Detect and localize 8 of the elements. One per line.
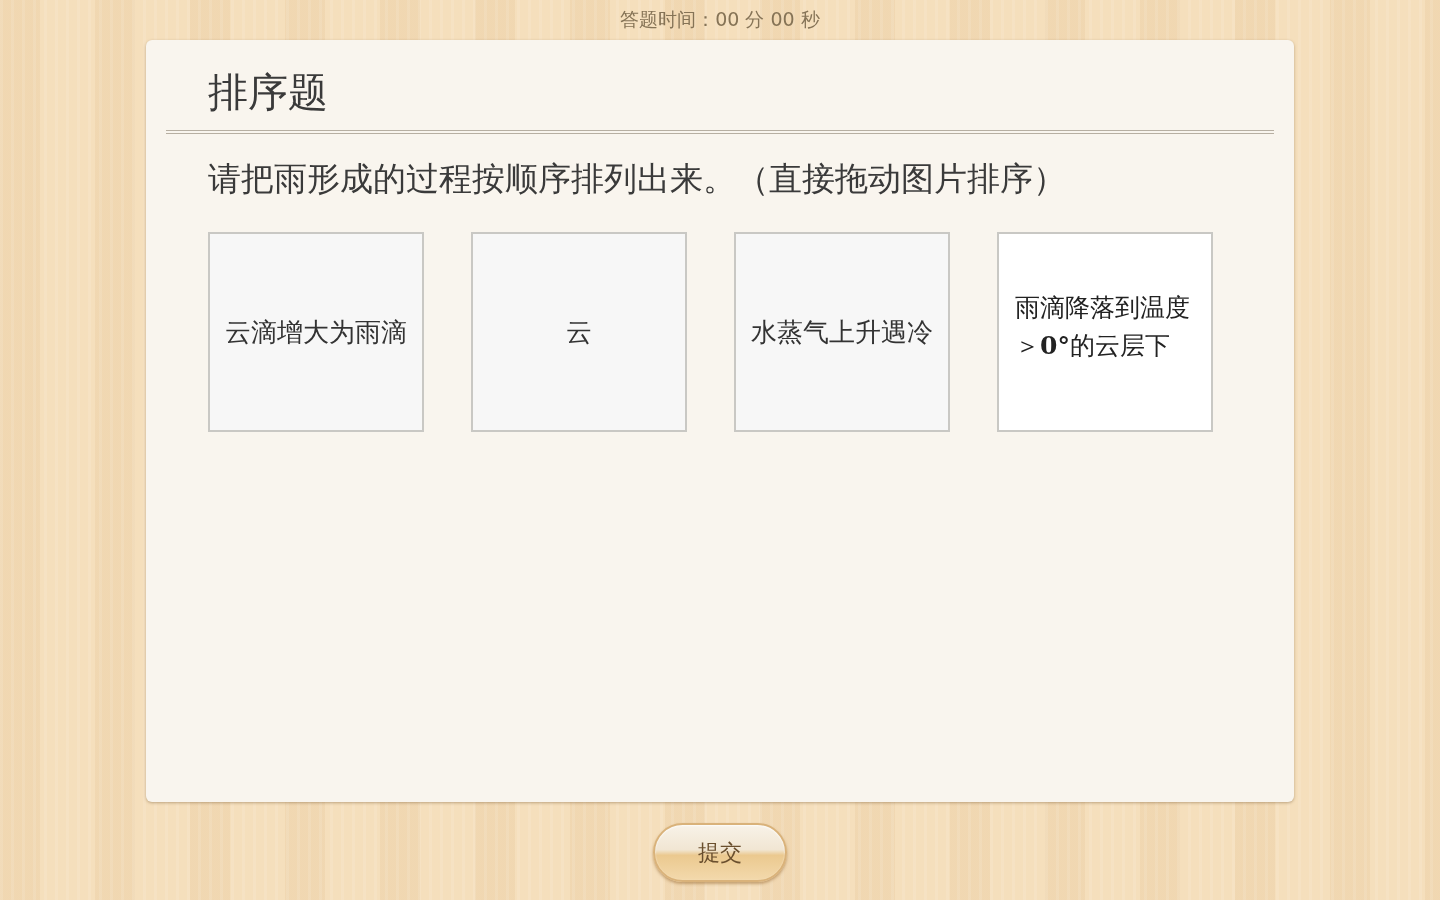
sort-card[interactable]: 雨滴降落到温度＞0°的云层下	[997, 232, 1213, 432]
question-type-title: 排序题	[208, 68, 328, 117]
question-text: 请把雨形成的过程按顺序排列出来。（直接拖动图片排序）	[208, 158, 1066, 200]
answer-timer: 答题时间：00 分 00 秒	[620, 7, 820, 32]
sort-card[interactable]: 水蒸气上升遇冷	[734, 232, 950, 432]
sort-card[interactable]: 云	[471, 232, 687, 432]
submit-button[interactable]: 提交	[653, 823, 787, 882]
sort-card[interactable]: 云滴增大为雨滴	[208, 232, 424, 432]
